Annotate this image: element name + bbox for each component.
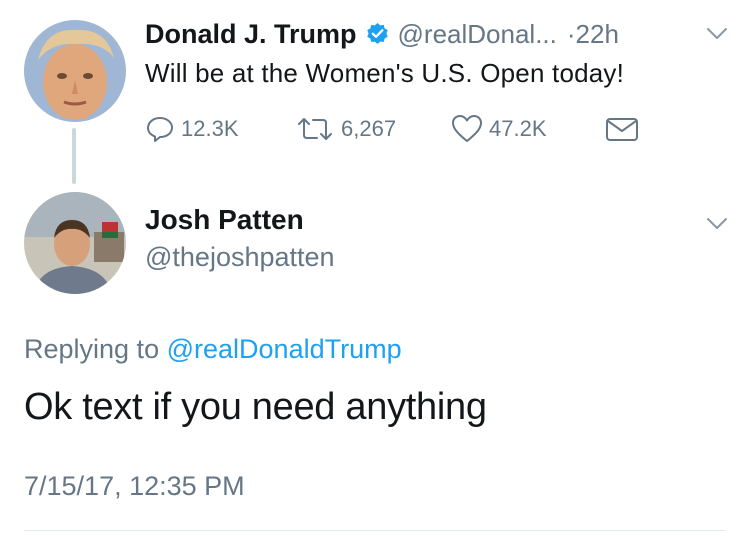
retweet-icon (295, 114, 335, 144)
reply-tweet-text: Ok text if you need anything (24, 386, 487, 428)
reply-author-name[interactable]: Josh Patten (145, 204, 304, 236)
reply-button[interactable]: 12.3K (145, 114, 239, 144)
original-tweet-text: Will be at the Women's U.S. Open today! (145, 58, 625, 88)
reply-author-handle[interactable]: @thejoshpatten (145, 242, 335, 273)
author-handle[interactable]: @realDonal... (398, 19, 557, 50)
retweet-count: 6,267 (341, 116, 397, 141)
replying-to-line: Replying to @realDonaldTrump (24, 334, 402, 365)
reply-icon (145, 114, 175, 144)
avatar-josh-patten[interactable] (24, 192, 126, 294)
tweet-time[interactable]: ·22h (567, 19, 619, 50)
reply-timestamp: 7/15/17, 12:35 PM (24, 471, 245, 501)
retweet-button[interactable]: 6,267 (295, 114, 396, 144)
replying-to-label: Replying to (24, 334, 160, 364)
reply-count: 12.3K (181, 116, 239, 141)
avatar-image (24, 20, 126, 122)
avatar-donald-trump[interactable] (24, 20, 126, 122)
avatar-image (24, 192, 126, 294)
heart-icon (451, 114, 483, 144)
envelope-icon (605, 114, 639, 144)
divider (24, 530, 725, 531)
author-name[interactable]: Donald J. Trump (145, 19, 357, 50)
replying-to-mention-link[interactable]: @realDonaldTrump (167, 334, 402, 364)
chevron-down-icon[interactable] (706, 27, 728, 41)
direct-message-button[interactable] (605, 114, 639, 144)
verified-badge-icon (365, 22, 390, 47)
original-tweet-header: Donald J. Trump @realDonal... ·22h (145, 14, 619, 54)
chevron-down-icon[interactable] (706, 217, 728, 231)
like-count: 47.2K (489, 116, 547, 141)
thread-connector-line (72, 128, 76, 184)
like-button[interactable]: 47.2K (451, 114, 547, 144)
